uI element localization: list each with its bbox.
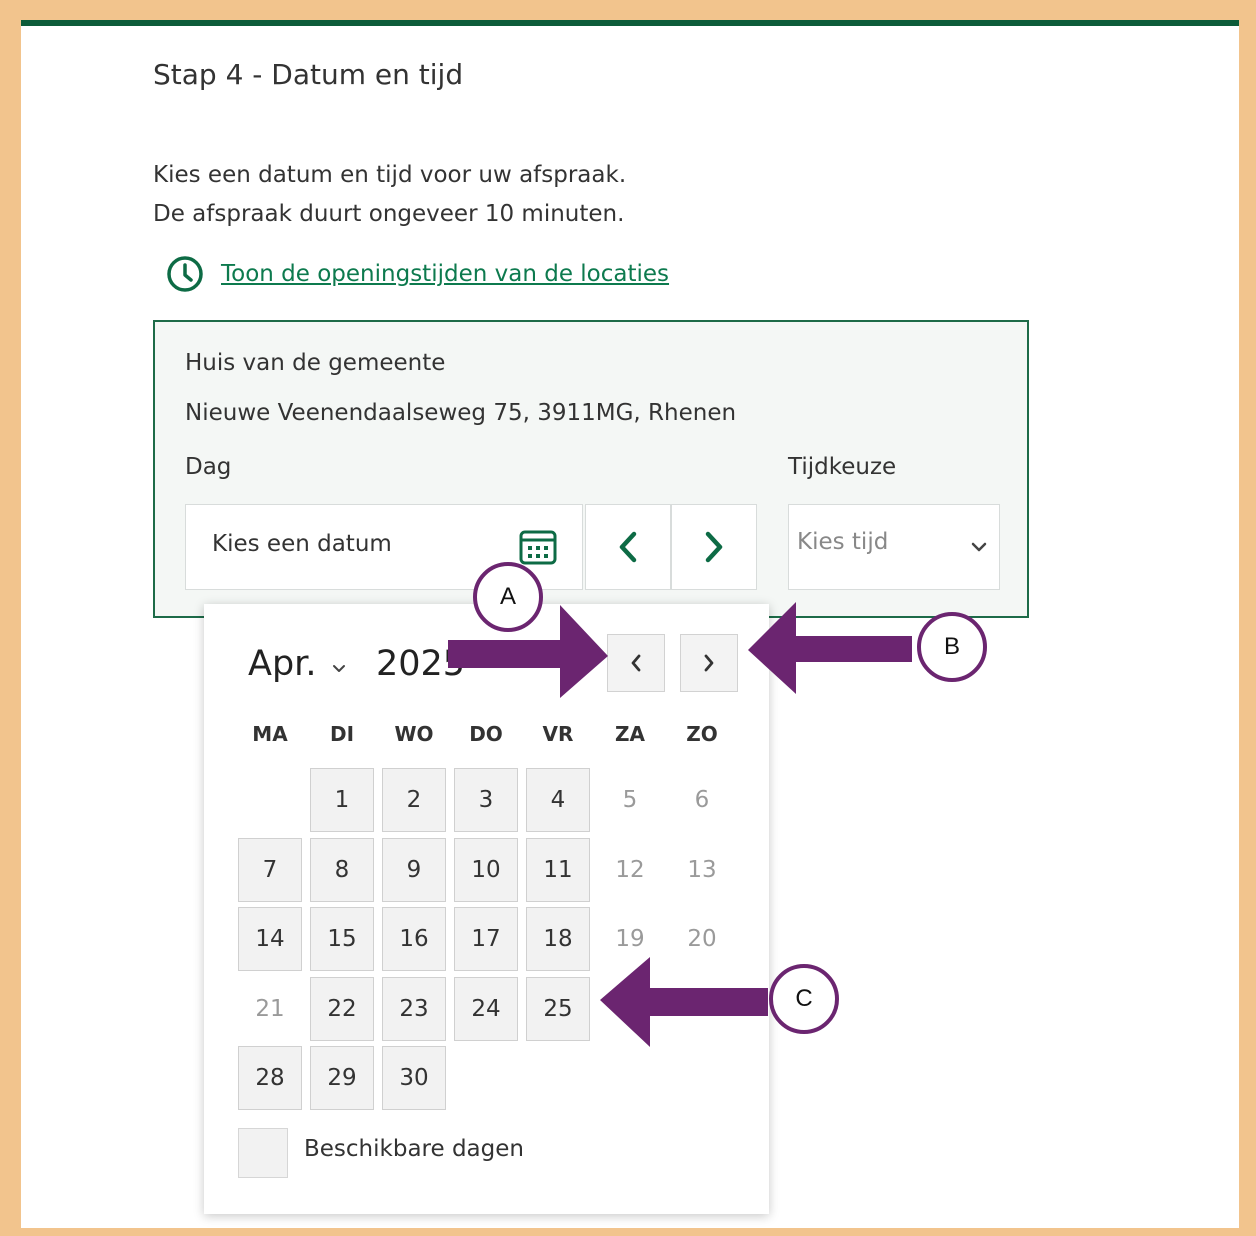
calendar-day-unavailable: 21 [255,996,285,1022]
annotation-label-c: C [769,964,839,1034]
time-label: Tijdkeuze [788,454,897,480]
calendar-day-available[interactable]: 29 [310,1046,374,1110]
weekday-label: ZO [686,722,718,746]
time-select[interactable]: Kies tijd [788,504,1000,590]
chevron-down-icon [971,542,987,552]
calendar-day-available[interactable]: 22 [310,977,374,1041]
month-select[interactable]: Apr. [248,644,316,684]
calendar-day-available[interactable]: 7 [238,838,302,902]
opening-hours-link[interactable]: Toon de openingstijden van de locaties [165,254,669,294]
chevron-left-icon [631,654,641,672]
calendar-day-available[interactable]: 8 [310,838,374,902]
next-day-button[interactable] [671,504,757,590]
calendar-day-unavailable: 20 [687,926,717,952]
calendar-day-available[interactable]: 1 [310,768,374,832]
annotation-label-a: A [473,562,543,632]
datepicker-popup: Apr. 2025 MA DI WO DO VR ZA ZO 1 2 3 4 5 6 7 8 9 10 11 12… [204,604,769,1214]
chevron-right-icon [705,531,723,563]
calendar-day-available[interactable]: 25 [526,977,590,1041]
calendar-day-available[interactable]: 2 [382,768,446,832]
weekday-label: DI [329,722,355,746]
calendar-day-available[interactable]: 3 [454,768,518,832]
calendar-day-unavailable: 5 [622,787,638,813]
calendar-day-available[interactable]: 10 [454,838,518,902]
chevron-down-icon[interactable] [330,662,348,676]
legend-swatch [238,1128,288,1178]
intro-line-2: De afspraak duurt ongeveer 10 minuten. [153,201,625,227]
calendar-day-available[interactable]: 28 [238,1046,302,1110]
location-card: Huis van de gemeente Nieuwe Veenendaalse… [153,320,1029,618]
previous-month-button[interactable] [607,634,665,692]
calendar-day-available[interactable]: 9 [382,838,446,902]
calendar-day-available[interactable]: 24 [454,977,518,1041]
calendar-day-available[interactable]: 17 [454,907,518,971]
weekday-label: ZA [615,722,645,746]
calendar-day-available[interactable]: 4 [526,768,590,832]
date-input-placeholder: Kies een datum [212,531,392,557]
chevron-right-icon [704,654,714,672]
intro-text: Kies een datum en tijd voor uw afspraak.… [153,156,626,234]
calendar-day-available[interactable]: 14 [238,907,302,971]
calendar-day-available[interactable]: 16 [382,907,446,971]
calendar-icon[interactable] [518,527,558,567]
location-name: Huis van de gemeente [185,350,446,376]
intro-line-1: Kies een datum en tijd voor uw afspraak. [153,162,627,188]
time-select-placeholder: Kies tijd [797,529,889,555]
weekday-label: WO [394,722,434,746]
calendar-day-unavailable: 12 [615,857,645,883]
legend-label: Beschikbare dagen [304,1136,524,1162]
calendar-day-available[interactable]: 15 [310,907,374,971]
year-select[interactable]: 2025 [376,644,465,684]
location-address: Nieuwe Veenendaalseweg 75, 3911MG, Rhene… [185,400,737,426]
annotation-label-b: B [917,612,987,682]
page: Stap 4 - Datum en tijd Kies een datum en… [21,20,1239,1228]
clock-icon [167,256,203,292]
calendar-day-unavailable: 19 [615,926,645,952]
calendar-day-unavailable: 6 [694,787,710,813]
previous-day-button[interactable] [585,504,671,590]
chevron-left-icon [619,531,637,563]
calendar-day-available[interactable]: 11 [526,838,590,902]
calendar-day-unavailable: 13 [687,857,717,883]
weekday-label: MA [252,722,288,746]
page-title: Stap 4 - Datum en tijd [153,58,464,91]
calendar-day-available[interactable]: 23 [382,977,446,1041]
weekday-label: VR [542,722,574,746]
next-month-button[interactable] [680,634,738,692]
calendar-day-available[interactable]: 30 [382,1046,446,1110]
weekday-label: DO [469,722,503,746]
opening-hours-link-label[interactable]: Toon de openingstijden van de locaties [221,261,669,287]
calendar-day-available[interactable]: 18 [526,907,590,971]
day-label: Dag [185,454,232,480]
